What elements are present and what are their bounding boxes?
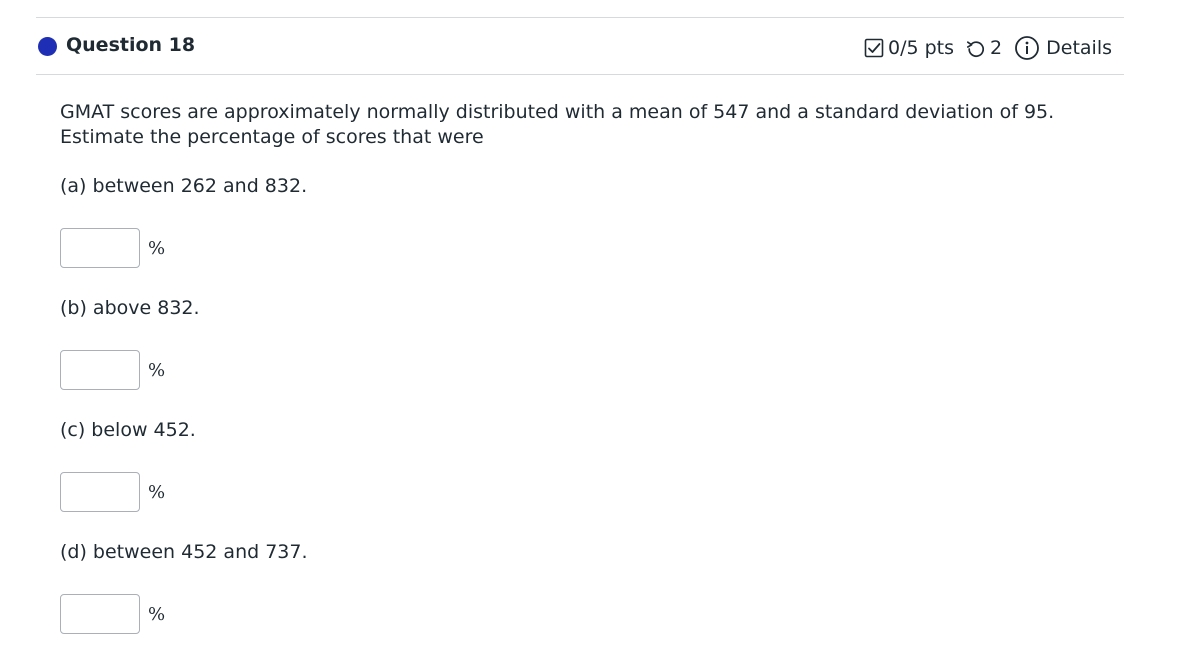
part-c-label: (c) below 452. [60, 419, 196, 441]
part-c-unit: % [148, 481, 166, 503]
question-status-dot [38, 37, 57, 56]
part-d-answer: % [60, 592, 165, 636]
part-c-answer: % [60, 470, 165, 514]
question-page: Question 18 0/5 pts 2 Details GMAT score… [0, 0, 1197, 653]
question-stem-line-2: Estimate the percentage of scores that w… [60, 126, 484, 148]
part-a-input[interactable] [60, 228, 140, 268]
retry-icon [966, 38, 986, 58]
part-a-label: (a) between 262 and 832. [60, 175, 308, 197]
details-link[interactable]: Details [1046, 37, 1112, 59]
question-header: Question 18 0/5 pts 2 Details [38, 18, 1124, 74]
points-score: 0/5 pts [888, 37, 955, 59]
part-b-unit: % [148, 359, 166, 381]
part-a-unit: % [148, 237, 166, 259]
part-b-label: (b) above 832. [60, 297, 200, 319]
part-b-answer: % [60, 348, 165, 392]
part-b-input[interactable] [60, 350, 140, 390]
checkbox-icon [864, 38, 884, 58]
part-a-answer: % [60, 226, 165, 270]
part-d-label: (d) between 452 and 737. [60, 541, 308, 563]
info-icon[interactable] [1014, 35, 1040, 61]
question-title: Question 18 [66, 34, 196, 56]
part-d-input[interactable] [60, 594, 140, 634]
header-bottom-divider [36, 74, 1124, 75]
question-meta: 0/5 pts 2 Details [864, 33, 1112, 63]
part-d-unit: % [148, 603, 166, 625]
part-c-input[interactable] [60, 472, 140, 512]
question-stem: GMAT scores are approximately normally d… [60, 100, 1120, 150]
question-stem-line-1: GMAT scores are approximately normally d… [60, 101, 1055, 123]
attempts-count: 2 [990, 37, 1003, 59]
question-body: GMAT scores are approximately normally d… [60, 100, 1120, 150]
